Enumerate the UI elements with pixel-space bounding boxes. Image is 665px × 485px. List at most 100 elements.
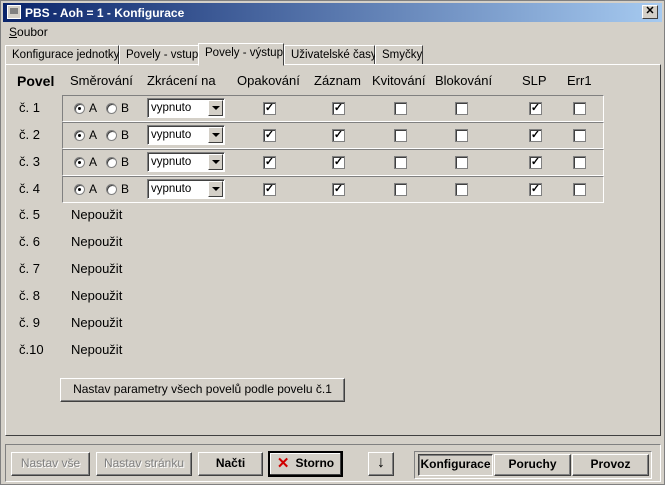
row-label: č. 8 bbox=[19, 288, 40, 303]
kvitovani-checkbox[interactable] bbox=[394, 129, 407, 142]
arrow-down-icon: ↓ bbox=[377, 454, 385, 471]
zaznam-checkbox[interactable]: ✓ bbox=[332, 102, 345, 115]
slp-checkbox[interactable]: ✓ bbox=[529, 183, 542, 196]
zkraceni-value: vypnuto bbox=[151, 102, 192, 114]
route-b-label: B bbox=[121, 155, 130, 169]
header-smerovani: Směrování bbox=[70, 73, 133, 88]
app-icon bbox=[7, 5, 21, 19]
zkraceni-value: vypnuto bbox=[151, 156, 192, 168]
unused-status: Nepoužit bbox=[71, 234, 123, 249]
command-row-1: č. 1 A B vypnuto ✓ ✓ ✓ bbox=[1, 95, 665, 122]
err1-checkbox[interactable] bbox=[573, 102, 586, 115]
main-window: PBS - Aoh = 1 - Konfigurace ✕ Soubor Kon… bbox=[0, 0, 665, 485]
unused-status: Nepoužit bbox=[71, 288, 123, 303]
opakovani-checkbox[interactable]: ✓ bbox=[263, 129, 276, 142]
unused-status: Nepoužit bbox=[71, 207, 123, 222]
route-a-label: A bbox=[89, 182, 98, 196]
opakovani-checkbox[interactable]: ✓ bbox=[263, 156, 276, 169]
tab-povely-vstup[interactable]: Povely - vstup bbox=[119, 45, 199, 65]
slp-checkbox[interactable]: ✓ bbox=[529, 102, 542, 115]
command-row-3: č. 3 A B vypnuto ✓ ✓ ✓ bbox=[1, 149, 665, 176]
err1-checkbox[interactable] bbox=[573, 183, 586, 196]
nastav-vse-button[interactable]: Nastav vše bbox=[11, 452, 90, 476]
blokovani-checkbox[interactable] bbox=[455, 102, 468, 115]
route-a-radio[interactable] bbox=[74, 184, 85, 195]
row-frame: A B vypnuto ✓ ✓ ✓ bbox=[62, 149, 604, 176]
tab-uzivatelske-casy[interactable]: Uživatelské časy bbox=[284, 45, 377, 65]
route-b-label: B bbox=[121, 128, 130, 142]
x-icon: ✕ bbox=[276, 455, 290, 472]
chevron-down-icon[interactable] bbox=[208, 181, 223, 197]
zkraceni-value: vypnuto bbox=[151, 129, 192, 141]
row-label: č. 1 bbox=[19, 100, 40, 115]
unused-status: Nepoužit bbox=[71, 315, 123, 330]
close-button[interactable]: ✕ bbox=[642, 5, 658, 19]
command-row-4: č. 4 A B vypnuto ✓ ✓ ✓ bbox=[1, 176, 665, 203]
route-b-radio[interactable] bbox=[106, 130, 117, 141]
zkraceni-select[interactable]: vypnuto bbox=[147, 125, 225, 145]
zaznam-checkbox[interactable]: ✓ bbox=[332, 129, 345, 142]
kvitovani-checkbox[interactable] bbox=[394, 183, 407, 196]
poruchy-button[interactable]: Poruchy bbox=[494, 454, 571, 476]
storno-button[interactable]: ✕ Storno bbox=[268, 451, 343, 477]
header-err1: Err1 bbox=[567, 73, 592, 88]
zkraceni-select[interactable]: vypnuto bbox=[147, 152, 225, 172]
err1-checkbox[interactable] bbox=[573, 156, 586, 169]
zaznam-checkbox[interactable]: ✓ bbox=[332, 183, 345, 196]
tab-konfigurace-jednotky[interactable]: Konfigurace jednotky bbox=[5, 45, 119, 65]
kvitovani-checkbox[interactable] bbox=[394, 156, 407, 169]
route-b-radio[interactable] bbox=[106, 103, 117, 114]
route-b-radio[interactable] bbox=[106, 184, 117, 195]
zkraceni-value: vypnuto bbox=[151, 183, 192, 195]
konfigurace-label: Konfigurace bbox=[420, 457, 491, 471]
row-label: č. 4 bbox=[19, 181, 40, 196]
nacti-button[interactable]: Načti bbox=[198, 452, 263, 476]
menu-soubor[interactable]: Soubor bbox=[9, 25, 48, 39]
provoz-button[interactable]: Provoz bbox=[572, 454, 649, 476]
zkraceni-select[interactable]: vypnuto bbox=[147, 179, 225, 199]
tab-smycky[interactable]: Smyčky bbox=[375, 45, 423, 65]
row-label: č. 9 bbox=[19, 315, 40, 330]
row-label: č. 7 bbox=[19, 261, 40, 276]
route-a-label: A bbox=[89, 128, 98, 142]
chevron-down-icon[interactable] bbox=[208, 154, 223, 170]
header-kvitovani: Kvitování bbox=[372, 73, 426, 88]
zaznam-checkbox[interactable]: ✓ bbox=[332, 156, 345, 169]
err1-checkbox[interactable] bbox=[573, 129, 586, 142]
route-a-label: A bbox=[89, 155, 98, 169]
route-a-radio[interactable] bbox=[74, 103, 85, 114]
title-bar: PBS - Aoh = 1 - Konfigurace ✕ bbox=[3, 3, 662, 22]
unused-status: Nepoužit bbox=[71, 342, 123, 357]
zkraceni-select[interactable]: vypnuto bbox=[147, 98, 225, 118]
chevron-down-icon[interactable] bbox=[208, 100, 223, 116]
blokovani-checkbox[interactable] bbox=[455, 183, 468, 196]
konfigurace-button[interactable]: Konfigurace bbox=[418, 454, 493, 476]
header-zaznam: Záznam bbox=[314, 73, 361, 88]
row-label: č. 6 bbox=[19, 234, 40, 249]
row-label: č.10 bbox=[19, 342, 44, 357]
row-frame: A B vypnuto ✓ ✓ ✓ bbox=[62, 176, 604, 203]
row-frame: A B vypnuto ✓ ✓ ✓ bbox=[62, 95, 604, 122]
command-row-2: č. 2 A B vypnuto ✓ ✓ ✓ bbox=[1, 122, 665, 149]
blokovani-checkbox[interactable] bbox=[455, 156, 468, 169]
slp-checkbox[interactable]: ✓ bbox=[529, 129, 542, 142]
slp-checkbox[interactable]: ✓ bbox=[529, 156, 542, 169]
tab-povely-vystup[interactable]: Povely - výstup bbox=[198, 43, 284, 66]
row-label: č. 3 bbox=[19, 154, 40, 169]
opakovani-checkbox[interactable]: ✓ bbox=[263, 102, 276, 115]
row-frame: A B vypnuto ✓ ✓ ✓ bbox=[62, 122, 604, 149]
chevron-down-icon[interactable] bbox=[208, 127, 223, 143]
arrow-down-button[interactable]: ↓ bbox=[368, 452, 394, 476]
copy-params-button[interactable]: Nastav parametry všech povelů podle pove… bbox=[60, 378, 345, 402]
header-opakovani: Opakování bbox=[237, 73, 300, 88]
route-a-radio[interactable] bbox=[74, 157, 85, 168]
opakovani-checkbox[interactable]: ✓ bbox=[263, 183, 276, 196]
route-a-radio[interactable] bbox=[74, 130, 85, 141]
blokovani-checkbox[interactable] bbox=[455, 129, 468, 142]
nastav-stranku-button[interactable]: Nastav stránku bbox=[96, 452, 192, 476]
header-povel: Povel bbox=[17, 73, 55, 89]
kvitovani-checkbox[interactable] bbox=[394, 102, 407, 115]
storno-label: Storno bbox=[295, 456, 335, 470]
route-b-radio[interactable] bbox=[106, 157, 117, 168]
header-blokovani: Blokování bbox=[435, 73, 493, 88]
